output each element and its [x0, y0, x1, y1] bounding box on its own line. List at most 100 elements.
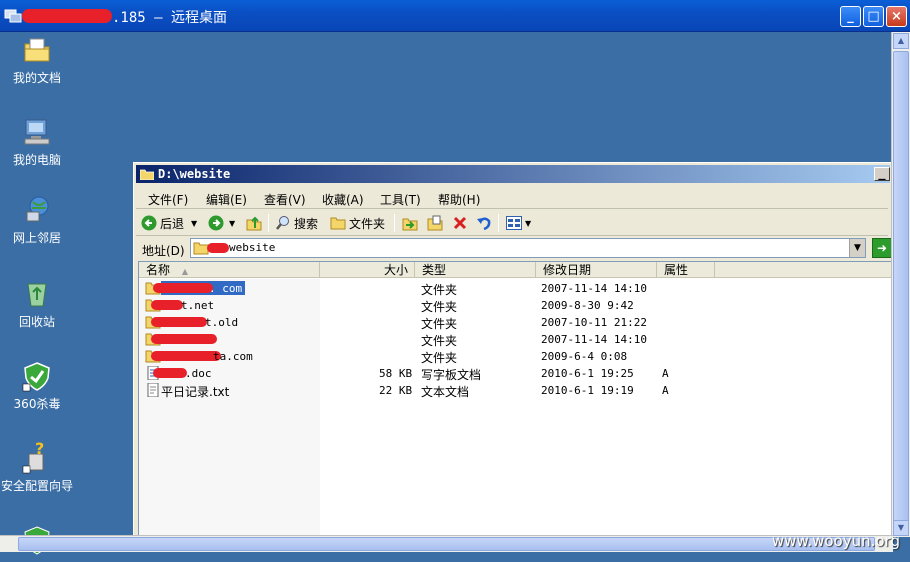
file-type: 写字板文档	[421, 368, 482, 382]
back-button[interactable]: 后退 ▼	[141, 213, 197, 233]
file-date: 2009-6-4 0:08	[541, 350, 628, 363]
go-button[interactable]: ➜	[872, 238, 892, 258]
file-row[interactable]: .doc 58 KB 写字板文档 2010-6-1 19:25 A	[139, 365, 891, 382]
recycle-bin-icon	[27, 283, 47, 307]
explorer-minimize-button[interactable]: _	[874, 167, 890, 181]
file-type: 文件夹	[421, 351, 458, 365]
file-name: t.net	[181, 299, 215, 312]
file-row[interactable]: ta.com 文件夹 2009-6-4 0:08	[139, 348, 891, 365]
menu-help[interactable]: 帮助(H)	[438, 191, 480, 208]
toolbar: 后退 ▼ ▼ 搜索 文件夹 ▼	[136, 210, 888, 236]
address-bar: 地址(D) website ▼ ➜	[136, 237, 892, 261]
file-row[interactable]: . com 文件夹 2007-11-14 14:10	[139, 280, 891, 297]
address-label: 地址(D)	[142, 244, 185, 258]
file-name: 平日记录.txt	[161, 385, 230, 399]
file-date: 2010-6-1 19:19	[541, 384, 634, 397]
security-wizard-icon: ?	[22, 439, 44, 474]
desktop-icon-recycle-bin[interactable]: 回收站	[0, 278, 74, 329]
scroll-up-arrow[interactable]: ▲	[893, 33, 909, 49]
address-dropdown-arrow[interactable]: ▼	[849, 239, 865, 257]
column-name-label: 名称	[146, 263, 171, 277]
desktop-icon-my-documents[interactable]: 我的文档	[0, 34, 74, 85]
toolbar-separator	[394, 214, 395, 232]
folders-button[interactable]: 文件夹	[330, 213, 385, 233]
desktop-icon-security-wizard[interactable]: ? 安全配置向导	[0, 439, 74, 493]
minimize-button[interactable]: _	[840, 6, 861, 27]
chevron-down-icon[interactable]: ▼	[191, 219, 197, 228]
file-list[interactable]: 名称 ▲ 大小 类型 修改日期 属性 . com 文件夹 2007-11-14 …	[138, 261, 892, 552]
sort-arrow-icon: ▲	[181, 267, 188, 276]
file-date: 2007-11-14 14:10	[541, 282, 647, 295]
file-date: 2007-11-14 14:10	[541, 333, 647, 346]
views-button[interactable]: ▼	[506, 213, 531, 233]
file-type: 文件夹	[421, 283, 458, 297]
redacted-name	[153, 283, 213, 293]
file-attr: A	[662, 384, 669, 397]
file-row[interactable]: t.net 文件夹 2009-8-30 9:42	[139, 297, 891, 314]
folder-icon	[330, 217, 346, 230]
desktop-icon-360-antivirus[interactable]: 360杀毒	[0, 360, 74, 411]
menu-tools[interactable]: 工具(T)	[380, 191, 421, 208]
up-button[interactable]	[246, 213, 262, 233]
folder-icon	[140, 169, 154, 180]
delete-button[interactable]	[452, 213, 468, 233]
address-input[interactable]: website ▼	[190, 238, 866, 258]
text-document-icon	[147, 383, 159, 397]
close-button[interactable]: ×	[886, 6, 907, 27]
file-date: 2010-6-1 19:25	[541, 367, 634, 380]
chevron-down-icon[interactable]: ▼	[525, 219, 531, 228]
folder-up-icon	[246, 216, 262, 231]
watermark: www.wooyun.org	[771, 532, 900, 550]
rdp-title: .185 – 远程桌面	[112, 10, 228, 26]
search-button[interactable]: 搜索	[275, 213, 318, 233]
maximize-button[interactable]: □	[863, 6, 884, 27]
column-name[interactable]: 名称 ▲	[139, 262, 320, 278]
file-date: 2007-10-11 21:22	[541, 316, 647, 329]
scrollbar-thumb[interactable]	[18, 537, 875, 551]
views-grid-icon	[506, 216, 522, 230]
desktop-icon-network-places[interactable]: 网上邻居	[0, 194, 74, 245]
toolbar-separator	[268, 214, 269, 232]
desktop-horizontal-scrollbar[interactable]	[0, 535, 893, 552]
redacted-ip	[22, 9, 112, 23]
explorer-title-bar[interactable]: D:\website _	[136, 165, 890, 183]
forward-button[interactable]: ▼	[208, 213, 235, 233]
move-to-folder-icon	[402, 218, 418, 231]
rdp-title-bar[interactable]: .185 – 远程桌面 _ □ ×	[0, 0, 910, 32]
my-computer-icon	[24, 119, 50, 145]
network-places-icon	[26, 196, 49, 222]
menu-file[interactable]: 文件(F)	[148, 191, 188, 208]
my-documents-icon	[24, 38, 50, 62]
column-attributes[interactable]: 属性	[657, 262, 715, 278]
toolbar-separator	[498, 214, 499, 232]
menu-view[interactable]: 查看(V)	[264, 191, 306, 208]
file-row[interactable]: 平日记录.txt 22 KB 文本文档 2010-6-1 19:19 A	[139, 382, 891, 399]
copy-to-button[interactable]	[427, 213, 443, 233]
menu-favorites[interactable]: 收藏(A)	[322, 191, 364, 208]
delete-x-icon	[453, 216, 467, 230]
file-type: 文本文档	[421, 385, 470, 399]
file-attr: A	[662, 367, 669, 380]
menu-edit[interactable]: 编辑(E)	[206, 191, 247, 208]
file-name: . com	[209, 282, 243, 295]
file-row[interactable]: t.old 文件夹 2007-10-11 21:22	[139, 314, 891, 331]
explorer-window[interactable]: D:\website _ 文件(F) 编辑(E) 查看(V) 收藏(A) 工具(…	[133, 162, 893, 552]
redacted-name	[151, 317, 207, 327]
column-type[interactable]: 类型	[415, 262, 536, 278]
column-header: 名称 ▲ 大小 类型 修改日期 属性	[139, 262, 891, 278]
file-size: 22 KB	[379, 384, 413, 397]
scrollbar-thumb[interactable]	[893, 51, 909, 521]
undo-button[interactable]	[476, 213, 492, 233]
redacted-name	[151, 300, 183, 310]
column-modified[interactable]: 修改日期	[536, 262, 657, 278]
move-to-button[interactable]	[402, 213, 418, 233]
file-name: .doc	[185, 367, 212, 380]
copy-to-folder-icon	[427, 215, 443, 231]
chevron-down-icon[interactable]: ▼	[229, 219, 235, 228]
column-size[interactable]: 大小	[320, 262, 415, 278]
desktop-vertical-scrollbar[interactable]: ▲ ▼	[891, 32, 910, 537]
desktop-icon-my-computer[interactable]: 我的电脑	[0, 116, 74, 167]
svg-text:?: ?	[35, 442, 44, 458]
file-name: ta.com	[213, 350, 253, 363]
file-row[interactable]: 文件夹 2007-11-14 14:10	[139, 331, 891, 348]
